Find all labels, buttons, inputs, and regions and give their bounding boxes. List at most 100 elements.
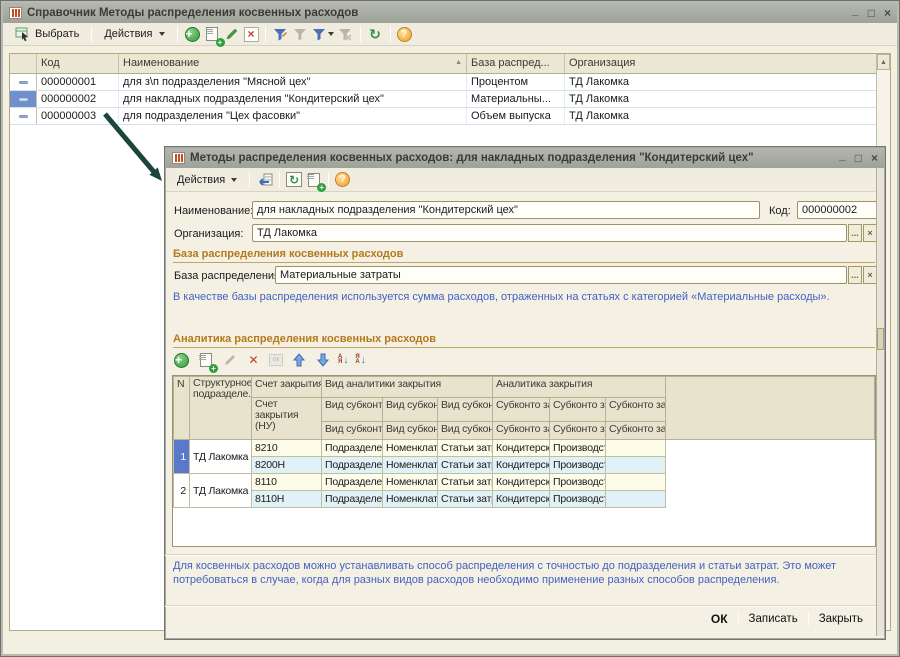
close-button[interactable]: × xyxy=(884,8,891,18)
grid-row-number[interactable]: 1 xyxy=(174,440,190,474)
maximize-button[interactable]: □ xyxy=(868,8,875,18)
grid-cell[interactable]: Подразделен... xyxy=(322,457,383,474)
close-button[interactable]: × xyxy=(871,153,878,163)
move-up-icon[interactable] xyxy=(290,352,307,369)
move-down-icon[interactable] xyxy=(314,352,331,369)
grid-cell[interactable]: Кондитерск... xyxy=(493,440,550,457)
name-input[interactable]: для накладных подразделения "Кондитерски… xyxy=(252,201,760,219)
grid-cell[interactable]: Производст... xyxy=(550,440,606,457)
column-header-base[interactable]: База распред... xyxy=(467,54,565,73)
add-icon[interactable]: + xyxy=(184,26,201,43)
filter-settings-icon[interactable] xyxy=(272,26,289,43)
grid-header-sub1: Субконто за... xyxy=(493,398,550,422)
add-copy-icon[interactable] xyxy=(204,26,221,43)
grid-header-analytics-group: Аналитика закрытия xyxy=(493,377,666,398)
grid-cell[interactable]: Кондитерск... xyxy=(493,491,550,508)
chevron-down-icon xyxy=(328,32,334,36)
organization-clear-button[interactable]: × xyxy=(863,224,877,242)
grid-cell[interactable]: Статьи затрат xyxy=(438,457,493,474)
dialog-footer: ОК Записать Закрыть xyxy=(701,609,873,629)
cell-base: Объем выпуска xyxy=(467,108,565,124)
grid-cell[interactable]: Статьи затрат xyxy=(438,474,493,491)
close-button-footer[interactable]: Закрыть xyxy=(809,610,873,628)
help-icon[interactable]: ? xyxy=(335,172,350,187)
table-row-current[interactable]: 000000002 для накладных подразделения "К… xyxy=(10,91,876,108)
write-button[interactable]: Записать xyxy=(739,610,808,628)
goto-list-icon[interactable] xyxy=(256,171,273,188)
grid-cell[interactable]: Производст... xyxy=(550,474,606,491)
scroll-up-icon[interactable]: ▲ xyxy=(877,54,890,70)
organization-choose-button[interactable]: ... xyxy=(848,224,862,242)
base-input[interactable]: Материальные затраты xyxy=(275,266,847,284)
filter-clear-icon[interactable] xyxy=(337,26,354,43)
edit-icon[interactable] xyxy=(221,352,238,369)
refresh-icon[interactable]: ↻ xyxy=(367,26,384,43)
base-choose-button[interactable]: ... xyxy=(848,266,862,284)
grid-cell[interactable]: Кондитерск... xyxy=(493,457,550,474)
grid-cell[interactable] xyxy=(606,474,666,491)
grid-cell[interactable]: Производст... xyxy=(550,491,606,508)
dialog-vertical-scrollbar[interactable] xyxy=(876,168,884,636)
grid-cell[interactable]: Номенклат... xyxy=(383,474,438,491)
list-header-row: Код Наименование ▲ База распред... Орган… xyxy=(10,54,876,74)
sort-ascending-icon[interactable]: ▲ xyxy=(455,59,462,66)
grid-cell[interactable]: Номенклат... xyxy=(383,457,438,474)
grid-cell[interactable]: Кондитерск... xyxy=(493,474,550,491)
grid-cell-account[interactable]: 8110Н xyxy=(252,491,322,508)
minimize-button[interactable]: _ xyxy=(852,5,859,15)
ok-button[interactable]: ОК xyxy=(701,609,738,629)
sort-descending-icon[interactable]: ЯА↓ xyxy=(355,355,365,366)
code-input[interactable]: 000000002 xyxy=(797,201,877,219)
scrollbar-thumb[interactable] xyxy=(877,328,884,350)
table-row[interactable]: 000000001 для з\п подразделения "Мясной … xyxy=(10,74,876,91)
actions-menu-button[interactable]: Действия xyxy=(98,25,170,43)
grid-cell[interactable]: Производст... xyxy=(550,457,606,474)
grid-cell[interactable]: Статьи затрат xyxy=(438,440,493,457)
cell-org: ТД Лакомка xyxy=(565,91,876,107)
grid-cell[interactable] xyxy=(606,440,666,457)
section-base-distribution: База распределения косвенных расходов xyxy=(173,248,875,263)
grid-cell[interactable] xyxy=(606,457,666,474)
grid-header-account-nu: Счет закрытия (НУ) xyxy=(252,398,322,440)
organization-input[interactable]: ТД Лакомка xyxy=(252,224,847,242)
grid-cell[interactable]: Подразделен... xyxy=(322,474,383,491)
grid-cell-account[interactable]: 8210 xyxy=(252,440,322,457)
column-header-code[interactable]: Код xyxy=(37,54,119,73)
filter-history-icon[interactable] xyxy=(312,26,334,43)
grid-cell[interactable]: Номенклат... xyxy=(383,491,438,508)
maximize-button[interactable]: □ xyxy=(855,153,862,163)
column-header-name[interactable]: Наименование ▲ xyxy=(119,54,467,73)
grid-cell[interactable]: Статьи затрат xyxy=(438,491,493,508)
minimize-button[interactable]: _ xyxy=(839,150,846,160)
reread-icon[interactable]: ↻ xyxy=(286,172,302,187)
grid-header-sub3-nu: Субконто за... xyxy=(606,422,666,440)
help-icon[interactable]: ? xyxy=(397,27,412,42)
select-button[interactable]: Выбрать xyxy=(8,23,85,46)
filter-by-value-icon[interactable] xyxy=(292,26,309,43)
grid-cell[interactable] xyxy=(606,491,666,508)
sort-ascending-icon[interactable]: АЯ↓ xyxy=(338,355,348,366)
grid-header-vid3: Вид субконт... xyxy=(438,398,493,422)
column-header-org[interactable]: Организация xyxy=(565,54,876,73)
add-copy-icon[interactable] xyxy=(305,171,322,188)
grid-cell[interactable]: Подразделен... xyxy=(322,491,383,508)
table-row[interactable]: 000000003 для подразделения "Цех фасовки… xyxy=(10,108,876,125)
grid-cell-account[interactable]: 8200Н xyxy=(252,457,322,474)
column-header-marker[interactable] xyxy=(10,54,37,73)
edit-icon[interactable] xyxy=(224,26,241,43)
actions-menu-button[interactable]: Действия xyxy=(171,171,243,189)
grid-cell-struct[interactable]: ТД Лакомка xyxy=(190,474,252,508)
grid-cell[interactable]: Номенклат... xyxy=(383,440,438,457)
add-copy-icon[interactable] xyxy=(197,352,214,369)
grid-cell-account[interactable]: 8110 xyxy=(252,474,322,491)
add-icon[interactable]: + xyxy=(173,352,190,369)
item-marker-icon xyxy=(19,81,28,84)
grid-header-empty xyxy=(666,377,875,440)
end-edit-icon[interactable]: ок xyxy=(269,354,283,366)
delete-icon[interactable]: ✕ xyxy=(245,352,262,369)
grid-cell[interactable]: Подразделен... xyxy=(322,440,383,457)
delete-icon[interactable]: × xyxy=(244,27,259,42)
grid-cell-struct[interactable]: ТД Лакомка xyxy=(190,440,252,474)
grid-row-number[interactable]: 2 xyxy=(174,474,190,508)
base-clear-button[interactable]: × xyxy=(863,266,877,284)
